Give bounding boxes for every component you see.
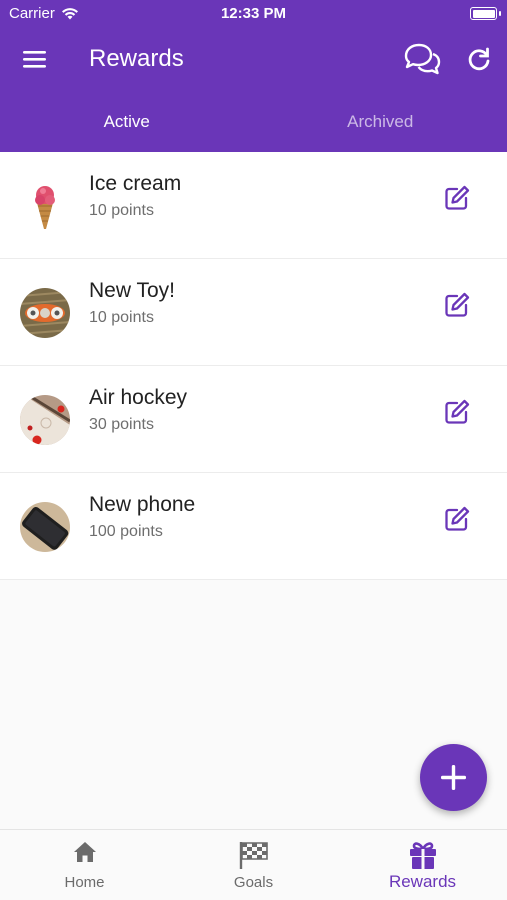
fidget-spinner-image (20, 288, 70, 338)
nav-home[interactable]: Home (0, 830, 169, 900)
edit-icon[interactable] (443, 505, 471, 533)
list-item[interactable]: New Toy! 10 points (0, 259, 507, 366)
nav-rewards-label: Rewards (388, 872, 457, 891)
reward-name: New Toy! (89, 279, 175, 302)
list-item[interactable]: New phone 100 points (0, 473, 507, 580)
nav-rewards[interactable]: Rewards (338, 830, 507, 900)
app-bar: Rewards (0, 28, 507, 92)
plus-icon (441, 765, 466, 790)
gift-icon (409, 842, 436, 869)
bottom-navigation: Home Goals Rewards (0, 829, 507, 900)
ice-cream-image (20, 181, 70, 231)
tab-bar: Active Archived (0, 92, 507, 152)
reward-points: 100 points (89, 523, 163, 540)
refresh-icon[interactable] (466, 46, 492, 72)
status-bar: Carrier 12:33 PM (0, 0, 507, 28)
list-item[interactable]: Ice cream 10 points (0, 152, 507, 259)
top-bar: Carrier 12:33 PM Rewards Active Archived (0, 0, 507, 152)
reward-points: 30 points (89, 416, 154, 433)
home-icon (73, 842, 96, 862)
edit-icon[interactable] (443, 184, 471, 212)
edit-icon[interactable] (443, 291, 471, 319)
clock: 12:33 PM (220, 5, 287, 22)
air-hockey-image (20, 395, 70, 445)
page-title: Rewards (89, 45, 184, 72)
reward-points: 10 points (89, 202, 154, 219)
reward-avatar (20, 502, 70, 552)
tab-active[interactable]: Active (0, 92, 254, 152)
reward-name: New phone (89, 493, 196, 516)
hamburger-menu-icon[interactable] (22, 48, 48, 70)
reward-avatar (20, 395, 70, 445)
nav-goals[interactable]: Goals (169, 830, 338, 900)
reward-name: Air hockey (89, 386, 188, 409)
edit-icon[interactable] (443, 398, 471, 426)
reward-points: 10 points (89, 309, 154, 326)
phone-image (20, 502, 70, 552)
rewards-list: Ice cream 10 points New Toy! 10 points A… (0, 152, 507, 580)
reward-avatar (20, 288, 70, 338)
checkered-flag-icon (239, 842, 268, 869)
reward-avatar (20, 181, 70, 231)
battery-icon (470, 7, 501, 20)
reward-name: Ice cream (89, 172, 182, 195)
tab-archived[interactable]: Archived (254, 92, 507, 152)
list-item[interactable]: Air hockey 30 points (0, 366, 507, 473)
add-reward-button[interactable] (420, 744, 487, 811)
nav-goals-label: Goals (233, 874, 274, 891)
nav-home-label: Home (64, 874, 105, 891)
chat-bubbles-icon[interactable] (402, 42, 442, 76)
